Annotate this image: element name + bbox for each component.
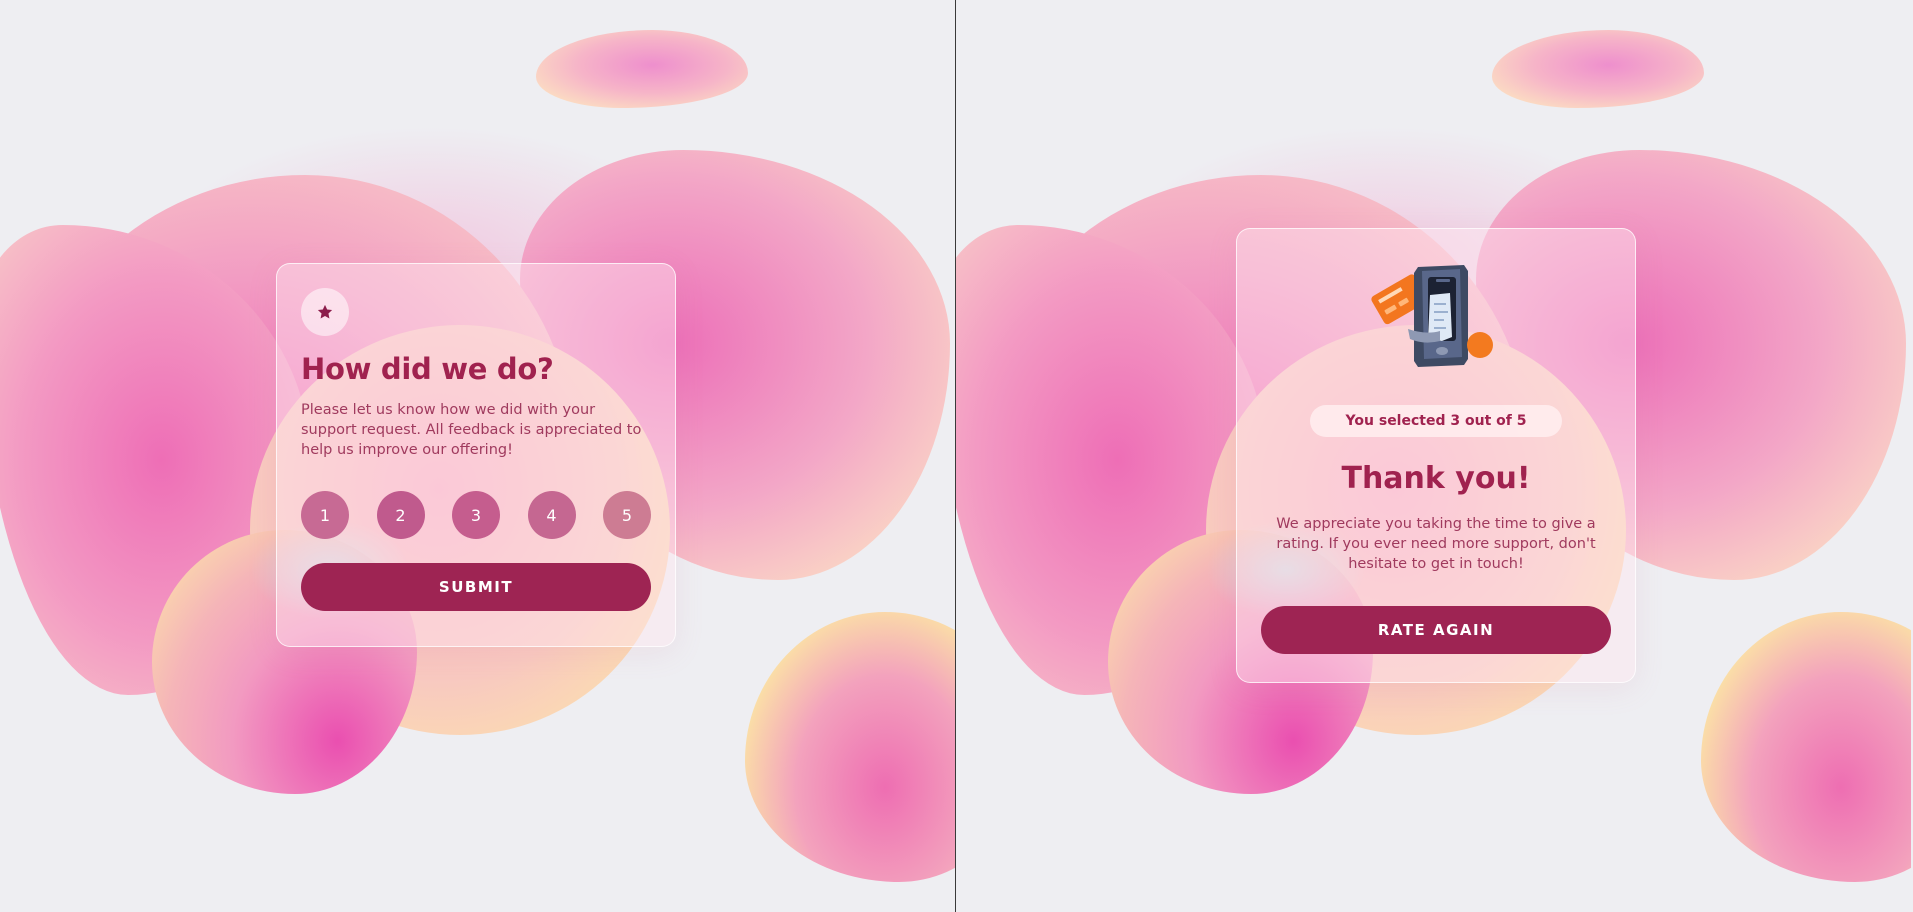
thank-you-description: We appreciate you taking the time to giv… bbox=[1276, 516, 1596, 572]
rating-panel: How did we do? Please let us know how we… bbox=[0, 0, 955, 912]
payment-receipt-illustration bbox=[1356, 259, 1516, 379]
rate-again-button[interactable]: RATE AGAIN bbox=[1261, 606, 1611, 654]
background-blob-bottom-right bbox=[745, 612, 955, 882]
background-blob-bottom-right bbox=[1701, 612, 1911, 882]
background-blob-top bbox=[1492, 30, 1704, 108]
rating-title: How did we do? bbox=[301, 352, 554, 386]
rating-options: 1 2 3 4 5 bbox=[301, 491, 651, 539]
background-blob-top bbox=[536, 30, 748, 108]
thank-you-panel: You selected 3 out of 5 Thank you! We ap… bbox=[956, 0, 1911, 912]
rating-option-4[interactable]: 4 bbox=[527, 491, 576, 539]
submit-button[interactable]: SUBMIT bbox=[301, 563, 651, 611]
rating-option-5[interactable]: 5 bbox=[603, 491, 651, 539]
star-icon bbox=[301, 288, 349, 336]
rating-description: Please let us know how we did with your … bbox=[301, 402, 642, 458]
selected-rating-badge: You selected 3 out of 5 bbox=[1309, 405, 1563, 437]
thank-you-title: Thank you! bbox=[1341, 461, 1531, 496]
thank-you-card: You selected 3 out of 5 Thank you! We ap… bbox=[1236, 228, 1636, 683]
rating-option-2[interactable]: 2 bbox=[376, 491, 425, 539]
rating-option-3[interactable]: 3 bbox=[452, 491, 500, 539]
rating-option-1[interactable]: 1 bbox=[301, 491, 349, 539]
screenshot-stage: How did we do? Please let us know how we… bbox=[0, 0, 1913, 912]
rating-card: How did we do? Please let us know how we… bbox=[276, 263, 676, 647]
